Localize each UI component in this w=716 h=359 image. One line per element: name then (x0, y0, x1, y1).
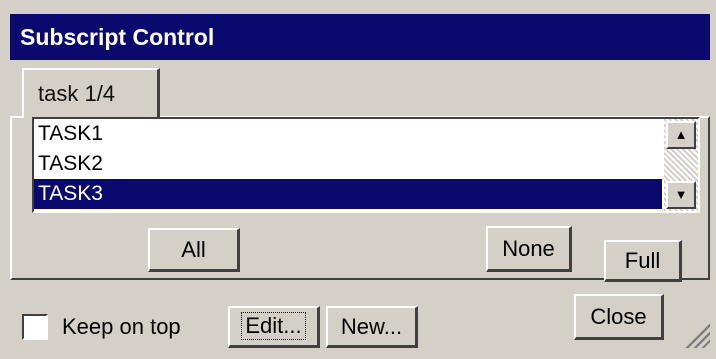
list-item-task2[interactable]: TASK2 (34, 149, 662, 179)
keep-on-top-checkbox[interactable] (22, 314, 48, 340)
edit-button-label: Edit... (241, 312, 306, 340)
vertical-scrollbar[interactable]: ▲ ▼ (664, 119, 698, 211)
none-button[interactable]: None (486, 226, 572, 272)
window-title: Subscript Control (10, 14, 710, 60)
list-item-task3[interactable]: TASK3 (34, 179, 662, 209)
resize-grip-icon[interactable] (682, 320, 710, 348)
list-item-task1[interactable]: TASK1 (34, 119, 662, 149)
task-listbox[interactable]: TASK1 TASK2 TASK3 ▲ ▼ (32, 117, 700, 213)
tab-task[interactable]: task 1/4 (22, 68, 160, 118)
subscript-control-dialog: Subscript Control task 1/4 TASK1 TASK2 T… (0, 0, 716, 359)
keep-on-top-label: Keep on top (62, 314, 181, 339)
arrow-up-icon[interactable]: ▲ (666, 121, 696, 149)
edit-button[interactable]: Edit... (228, 306, 320, 348)
arrow-down-icon[interactable]: ▼ (666, 181, 696, 209)
full-button[interactable]: Full (604, 240, 682, 282)
close-button[interactable]: Close (574, 294, 664, 340)
all-button[interactable]: All (148, 228, 240, 272)
new-button[interactable]: New... (326, 306, 418, 348)
